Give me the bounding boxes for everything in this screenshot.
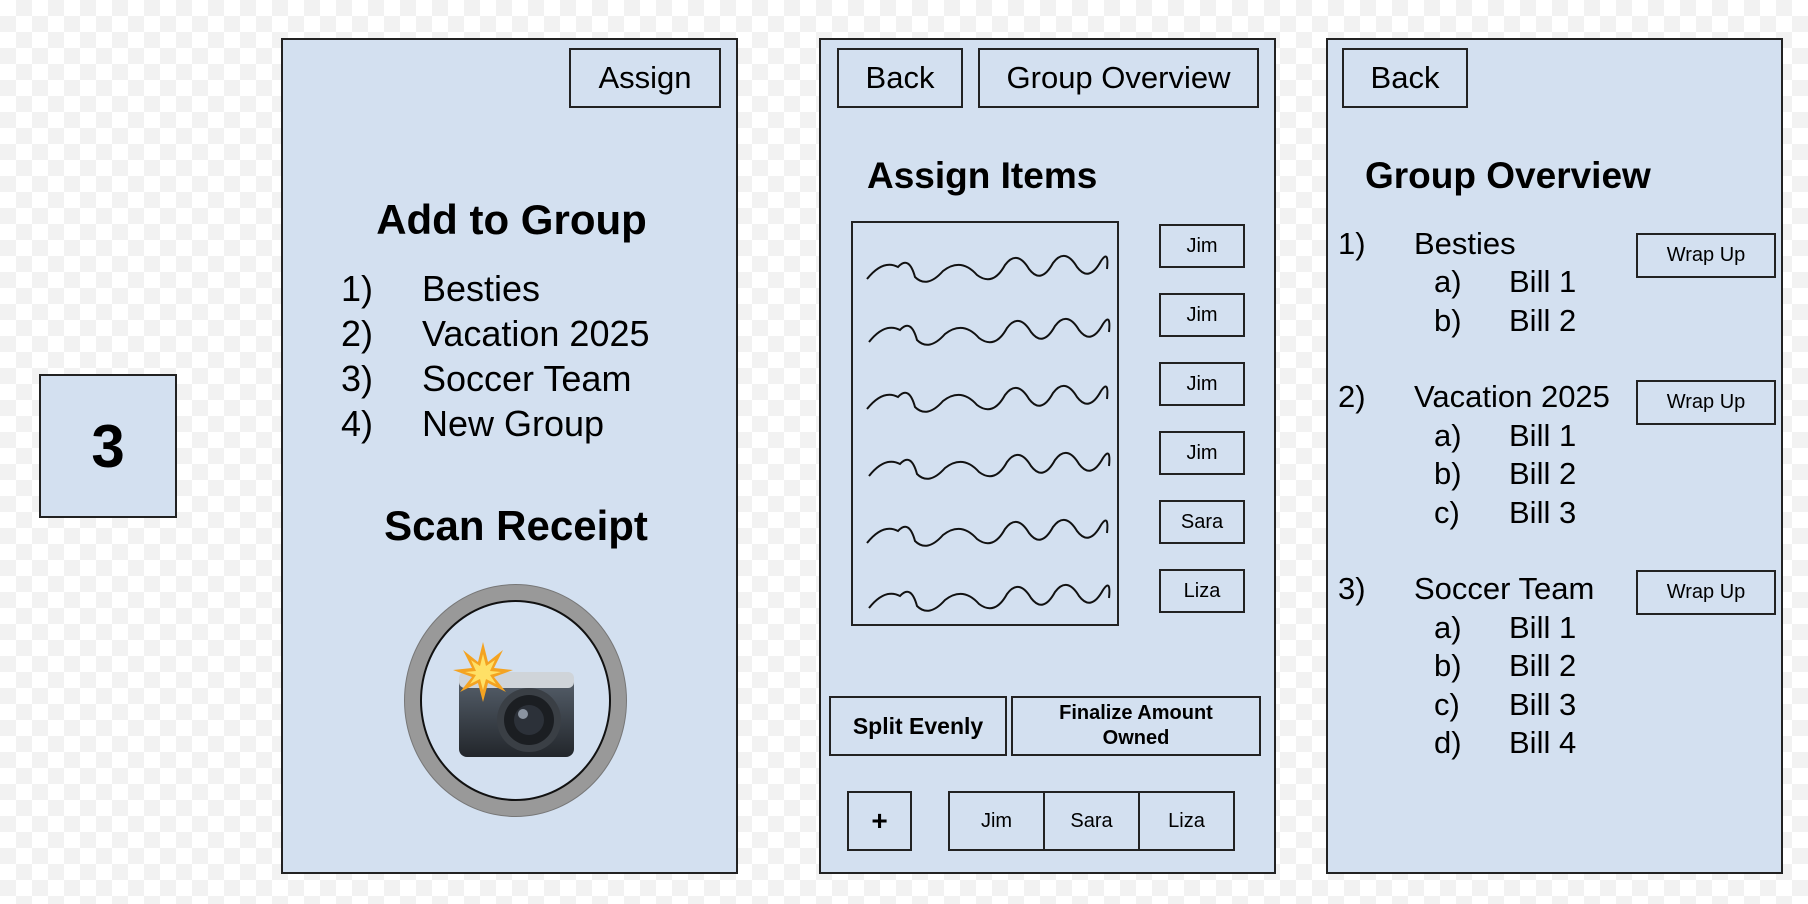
- step-number-badge: 3: [39, 374, 177, 518]
- scan-receipt-camera-button[interactable]: [404, 584, 627, 817]
- group-name: Besties: [422, 268, 541, 309]
- member-tab-liza[interactable]: Liza: [1138, 791, 1235, 851]
- screen-add-to-group: Assign Add to Group 1) Besties 2) Vacati…: [281, 38, 738, 874]
- group-name: Soccer Team: [422, 358, 632, 399]
- screen-group-overview: Back Group Overview 1) Besties a) Bill 1…: [1326, 38, 1783, 874]
- group-number: 2): [341, 313, 374, 354]
- receipt-line-6: [868, 584, 1111, 612]
- bill-link[interactable]: Bill 2: [1509, 648, 1576, 684]
- receipt-line-items: [866, 255, 1111, 612]
- group-number: 1): [341, 268, 374, 309]
- item-assignee-button-2[interactable]: Jim: [1159, 293, 1245, 337]
- group-number: 3): [1338, 571, 1366, 606]
- assign-button[interactable]: Assign: [569, 48, 721, 108]
- bill-letter: a): [1434, 610, 1462, 645]
- split-evenly-button[interactable]: Split Evenly: [829, 696, 1007, 756]
- wrap-up-button-soccer-team[interactable]: Wrap Up: [1636, 570, 1776, 615]
- group-option-new-group[interactable]: 4) New Group: [341, 403, 604, 445]
- add-to-group-title: Add to Group: [376, 196, 647, 243]
- add-member-button[interactable]: +: [847, 791, 912, 851]
- group-name: Soccer Team: [1414, 571, 1595, 606]
- group-option-soccer-team[interactable]: 3) Soccer Team: [341, 358, 631, 400]
- item-assignee-button-3[interactable]: Jim: [1159, 362, 1245, 406]
- bill-letter: d): [1434, 725, 1462, 760]
- step-number: 3: [91, 412, 125, 480]
- receipt-line-1: [866, 255, 1109, 283]
- group-name: Vacation 2025: [422, 313, 650, 354]
- group-overview-button[interactable]: Group Overview: [978, 48, 1259, 108]
- finalize-label-line-1: Finalize Amount: [1059, 702, 1213, 724]
- group-option-besties[interactable]: 1) Besties: [341, 268, 540, 310]
- bill-link[interactable]: Bill 4: [1509, 725, 1576, 761]
- group-number: 3): [341, 358, 374, 399]
- receipt-line-2: [868, 318, 1111, 346]
- overview-group-soccer-team: 3) Soccer Team a) Bill 1 b) Bill 2 c) Bi…: [1328, 40, 1783, 800]
- item-assignee-button-4[interactable]: Jim: [1159, 431, 1245, 475]
- screen-assign-items: Back Group Overview Assign Items Jim Jim…: [819, 38, 1276, 874]
- bill-letter: c): [1434, 687, 1460, 722]
- group-option-vacation-2025[interactable]: 2) Vacation 2025: [341, 313, 650, 355]
- receipt-line-4: [868, 452, 1111, 480]
- bill-link[interactable]: Bill 1: [1509, 610, 1576, 646]
- receipt-image: [851, 221, 1119, 626]
- back-button[interactable]: Back: [837, 48, 963, 108]
- member-tab-jim[interactable]: Jim: [948, 791, 1045, 851]
- scan-receipt-title: Scan Receipt: [384, 502, 648, 549]
- item-assignee-button-5[interactable]: Sara: [1159, 500, 1245, 544]
- camera-button-inner: [420, 600, 611, 801]
- finalize-label-line-2: Owned: [1102, 727, 1170, 749]
- item-assignee-button-1[interactable]: Jim: [1159, 224, 1245, 268]
- bill-letter: b): [1434, 648, 1462, 683]
- item-assignee-button-6[interactable]: Liza: [1159, 569, 1245, 613]
- camera-with-flash-icon: [453, 642, 574, 757]
- receipt-line-5: [866, 519, 1109, 547]
- member-tab-sara[interactable]: Sara: [1043, 791, 1140, 851]
- assign-items-title: Assign Items: [867, 155, 1098, 196]
- group-number: 4): [341, 403, 374, 444]
- receipt-line-3: [866, 385, 1109, 413]
- group-name: New Group: [422, 403, 605, 444]
- bill-link[interactable]: Bill 3: [1509, 687, 1576, 723]
- finalize-amount-owned-button[interactable]: Finalize Amount Owned: [1011, 696, 1261, 756]
